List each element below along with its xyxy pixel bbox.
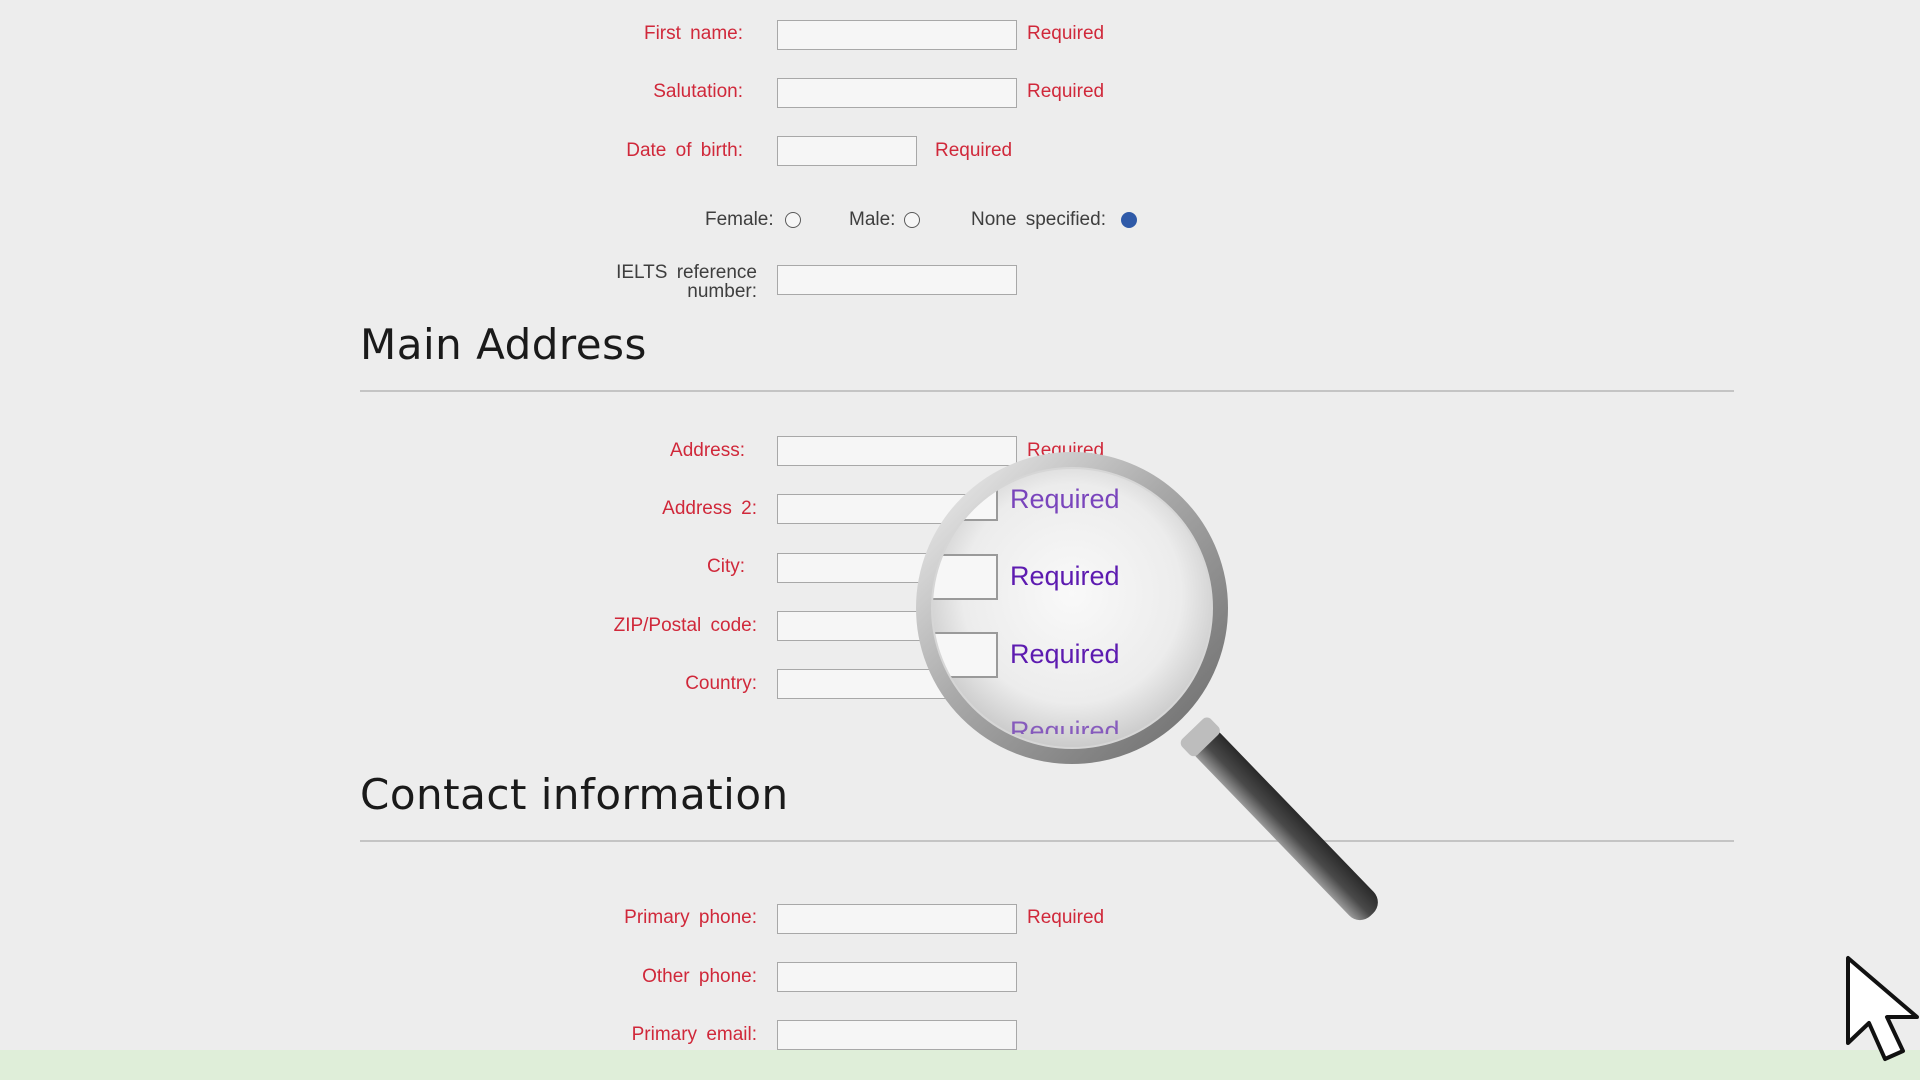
male-radio[interactable] [904,212,920,228]
female-radio[interactable] [785,212,801,228]
bottom-bar [0,1050,1920,1080]
country-label: Country: [685,673,757,694]
primary-email-label: Primary email: [631,1024,757,1045]
first-name-field[interactable] [777,20,1017,50]
address-required: Required [1027,440,1105,461]
magnified-required-1: Required [1010,484,1120,514]
salutation-required: Required [1027,81,1105,102]
none-specified-radio[interactable] [1121,212,1137,228]
ielts-label-line1: IELTS reference [616,262,757,283]
address-2-field[interactable] [777,494,1017,524]
date-of-birth-label: Date of birth: [626,140,743,161]
date-of-birth-required: Required [935,140,1013,161]
zip-postal-code-label: ZIP/Postal code: [613,615,757,636]
zip-postal-code-field[interactable] [777,611,1017,641]
salutation-field[interactable] [777,78,1017,108]
primary-email-field[interactable] [777,1020,1017,1050]
date-of-birth-field[interactable] [777,136,917,166]
address-field[interactable] [777,436,1017,466]
main-address-divider [360,390,1734,392]
contact-information-divider [360,840,1734,842]
magnified-required-4: Required [1010,716,1120,746]
main-address-heading: Main Address [360,320,647,369]
ielts-reference-field[interactable] [777,265,1017,295]
other-phone-label: Other phone: [642,966,757,987]
male-label: Male: [849,209,896,230]
address-2-label: Address 2: [662,498,757,519]
primary-phone-field[interactable] [777,904,1017,934]
primary-phone-required: Required [1027,907,1105,928]
other-phone-field[interactable] [777,962,1017,992]
primary-phone-label: Primary phone: [624,907,757,928]
none-specified-label: None specified: [971,209,1106,230]
city-field[interactable] [777,553,1017,583]
mouse-pointer-icon [1846,956,1919,1061]
first-name-required: Required [1027,23,1105,44]
ielts-label-line2: number: [687,281,757,302]
address-label: Address: [670,440,745,461]
magnified-required-2: Required [1010,561,1120,591]
first-name-label: First name: [643,23,743,44]
country-field[interactable] [777,669,1017,699]
contact-information-heading: Contact information [360,770,789,819]
city-label: City: [707,556,745,577]
female-label: Female: [705,209,774,230]
salutation-label: Salutation: [653,81,743,102]
magnified-required-3: Required [1010,639,1120,669]
